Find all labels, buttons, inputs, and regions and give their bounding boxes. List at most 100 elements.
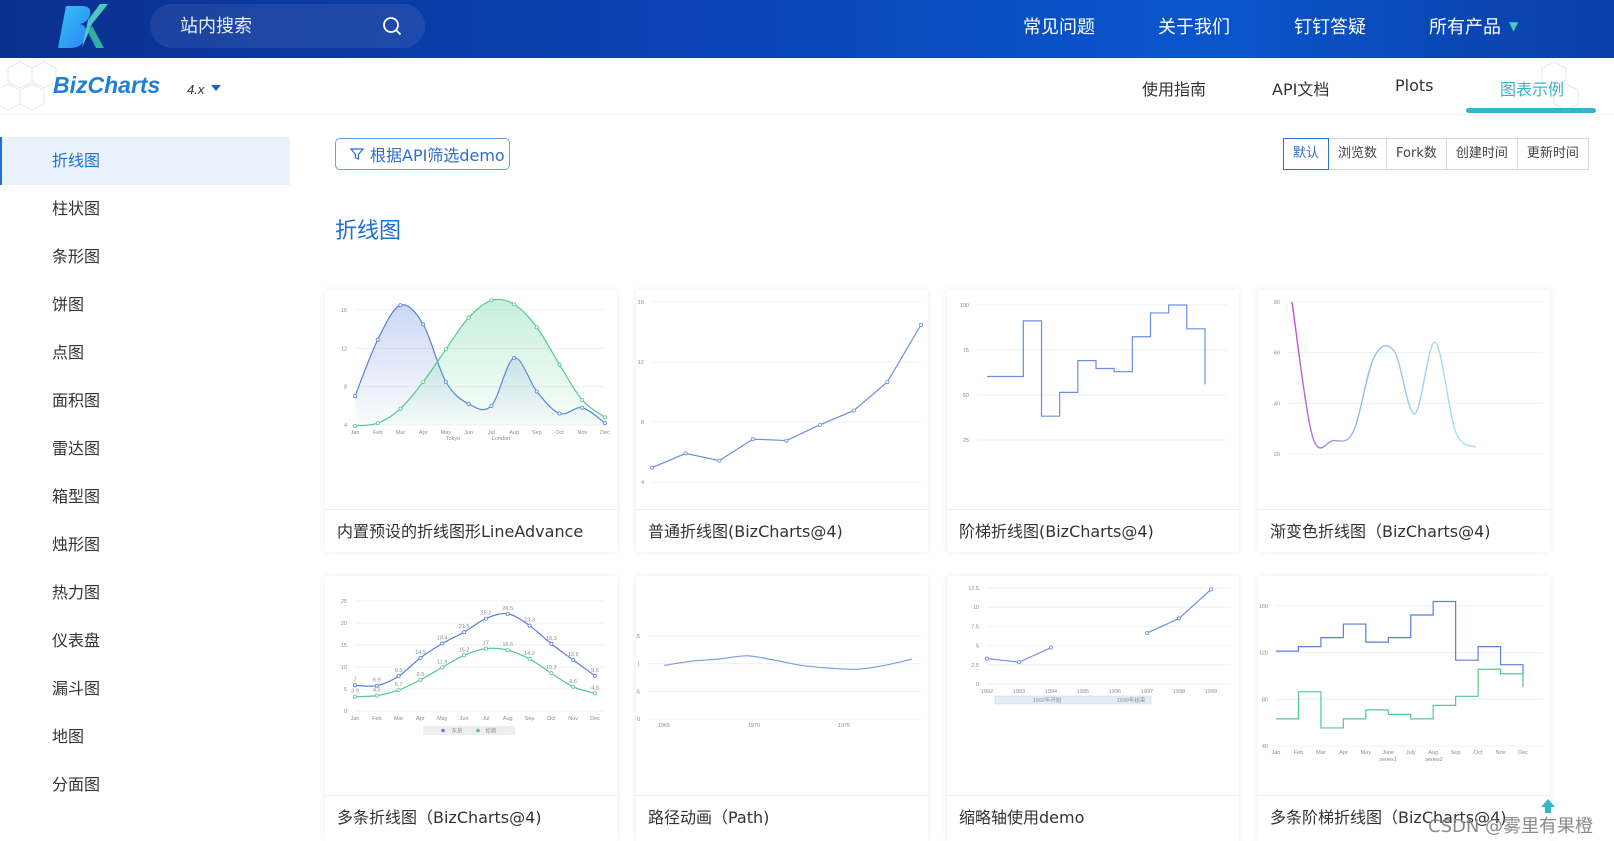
nav-about[interactable]: 关于我们	[1158, 0, 1230, 52]
subnav-plots[interactable]: Plots	[1395, 76, 1434, 95]
search-icon[interactable]	[382, 16, 402, 36]
api-filter-button[interactable]: 根据API筛选demo	[335, 138, 510, 170]
sidebar-item-funnel[interactable]: 漏斗图	[0, 665, 290, 713]
sidebar-item-pie[interactable]: 饼图	[0, 281, 290, 329]
card-divider	[947, 795, 1239, 796]
chart-preview: 161284Jan Feb Mar Apr May Jun Jul Aug Sep Oct Nov D…	[341, 298, 610, 442]
data-point	[374, 693, 379, 698]
demo-card-slider[interactable]: 12.5 10 7.5 5 2.5 0 1992 1993 1994 1995 1996 1997 19…	[947, 576, 1239, 841]
data-point	[396, 674, 401, 679]
demo-card-multi-line[interactable]: 25 20 15 10 5 0 7 6.9 9.5 14.5 18.4 21.5 25.2 26.5 23.…	[325, 576, 617, 841]
sidebar-item-facet[interactable]: 分面图	[0, 761, 290, 809]
data-point	[483, 616, 488, 621]
sort-views[interactable]: 浏览数	[1329, 138, 1388, 170]
x-tick-label: Feb	[372, 716, 381, 722]
y-tick-label: 5	[344, 687, 347, 693]
sidebar-item-box[interactable]: 箱型图	[0, 473, 290, 521]
data-point	[527, 656, 532, 661]
x-tick-label: Feb	[1294, 750, 1303, 756]
caret-down-icon[interactable]	[211, 85, 221, 91]
x-tick-label: Sep	[525, 716, 535, 722]
version-select[interactable]: 4.x	[187, 82, 204, 97]
top-header: 常见问题 关于我们 钉钉答疑 所有产品 ▼	[0, 0, 1614, 58]
card-divider	[947, 509, 1239, 510]
nav-all-products[interactable]: 所有产品 ▼	[1429, 0, 1518, 52]
demo-card-step-line[interactable]: 100 75 50 25 阶梯折线图(BizCharts@4)	[947, 290, 1239, 552]
search-input[interactable]	[180, 4, 380, 48]
bizcharts-logo[interactable]: BizCharts	[53, 72, 160, 99]
sidebar-item-gauge[interactable]: 仪表盘	[0, 617, 290, 665]
x-tick-label: 1999	[1205, 689, 1217, 695]
search-box[interactable]	[150, 4, 425, 48]
sort-forks[interactable]: Fork数	[1387, 138, 1447, 170]
demo-card-path-animation[interactable]: 1.5 1 0.5 0 1965 1970 1975 路径动画（Path)	[636, 576, 928, 841]
y-tick-label: 12.5	[968, 586, 979, 592]
sidebar-item-bar[interactable]: 条形图	[0, 233, 290, 281]
y-tick-label: 10	[973, 605, 979, 611]
demo-card-title: 多条折线图（BizCharts@4)	[337, 808, 542, 827]
x-tick-label: Dec	[1518, 750, 1528, 756]
y-tick-label: 40	[1274, 401, 1280, 407]
subnav-api[interactable]: API文档	[1272, 76, 1329, 100]
sort-updated[interactable]: 更新时间	[1517, 138, 1589, 170]
data-label: 21.5	[459, 624, 470, 630]
data-point	[580, 398, 585, 403]
legend-marker	[441, 728, 445, 733]
demo-card-gradient-line[interactable]: 80 60 40 20 渐变色折线图（BizCharts@4)	[1258, 290, 1550, 552]
legend-label: series2	[1425, 757, 1443, 763]
nav-dingtalk[interactable]: 钉钉答疑	[1294, 0, 1366, 52]
demo-card-multi-step[interactable]: 160 120 80 40 Jan Feb Mar Apr May June July Aug Sep O…	[1258, 576, 1550, 841]
slider-start-label: 1992年开始	[1033, 696, 1062, 704]
subnav-guide[interactable]: 使用指南	[1142, 76, 1206, 100]
nav-faq[interactable]: 常见问题	[1023, 0, 1095, 52]
subnav-examples[interactable]: 图表示例	[1500, 76, 1564, 100]
data-label: 3.9	[351, 689, 359, 695]
x-tick-label: Apr	[1339, 750, 1348, 756]
y-tick-label: 0	[976, 682, 979, 688]
x-tick-label: Nov	[1496, 750, 1506, 756]
y-tick-label: 1	[637, 662, 640, 668]
y-tick-label: 4	[641, 480, 644, 486]
back-to-top-icon[interactable]	[1538, 796, 1558, 816]
demo-card-title: 渐变色折线图（BizCharts@4)	[1270, 522, 1491, 541]
legend-label: 东京	[451, 727, 463, 735]
data-label: 4.2	[373, 688, 381, 694]
sidebar-item-area[interactable]: 面积图	[0, 377, 290, 425]
nav-about-label: 关于我们	[1158, 17, 1230, 38]
y-tick-label: 0.5	[636, 689, 640, 695]
data-label: 11.9	[437, 659, 447, 665]
data-point	[592, 673, 597, 678]
data-point	[398, 303, 403, 308]
series-line	[354, 612, 596, 687]
x-tick-label: Sep	[1451, 750, 1461, 756]
sort-created[interactable]: 创建时间	[1446, 138, 1518, 170]
sidebar-item-candle[interactable]: 烛形图	[0, 521, 290, 569]
x-tick-label: Jan	[351, 430, 360, 436]
y-tick-label: 80	[1274, 300, 1280, 306]
series-line	[1276, 600, 1524, 679]
sidebar-item-line[interactable]: 折线图	[0, 137, 290, 185]
demo-card-basic-line[interactable]: 16 12 8 4 普通折线图(BizCharts@4)	[636, 290, 928, 552]
nav-dingtalk-label: 钉钉答疑	[1294, 17, 1366, 38]
sort-default[interactable]: 默认	[1283, 138, 1330, 170]
sidebar-item-column[interactable]: 柱状图	[0, 185, 290, 233]
sidebar-item-radar[interactable]: 雷达图	[0, 425, 290, 473]
data-label: 13.9	[568, 652, 579, 658]
data-label: 15.2	[459, 647, 470, 653]
data-point	[352, 694, 357, 699]
sidebar-item-heatmap[interactable]: 热力图	[0, 569, 290, 617]
sidebar-item-point[interactable]: 点图	[0, 329, 290, 377]
data-point	[443, 347, 448, 352]
x-tick-label: July	[1406, 750, 1416, 756]
data-point	[505, 648, 510, 653]
y-tick-label: 8	[344, 385, 347, 391]
demo-card-title: 普通折线图(BizCharts@4)	[648, 522, 843, 541]
y-tick-label: 5	[976, 644, 979, 650]
bk-logo-icon[interactable]	[52, 2, 112, 52]
x-tick-label: Jan	[351, 716, 360, 722]
x-tick-label: Mar	[394, 716, 404, 722]
data-label: 14.5	[415, 650, 426, 656]
demo-card-line-advance[interactable]: 16 12 8 4 Jan Feb Mar Apr May Jun Jul Aug Sep Oct Nov D…	[325, 290, 617, 552]
data-point	[717, 458, 722, 463]
sidebar-item-map[interactable]: 地图	[0, 713, 290, 761]
